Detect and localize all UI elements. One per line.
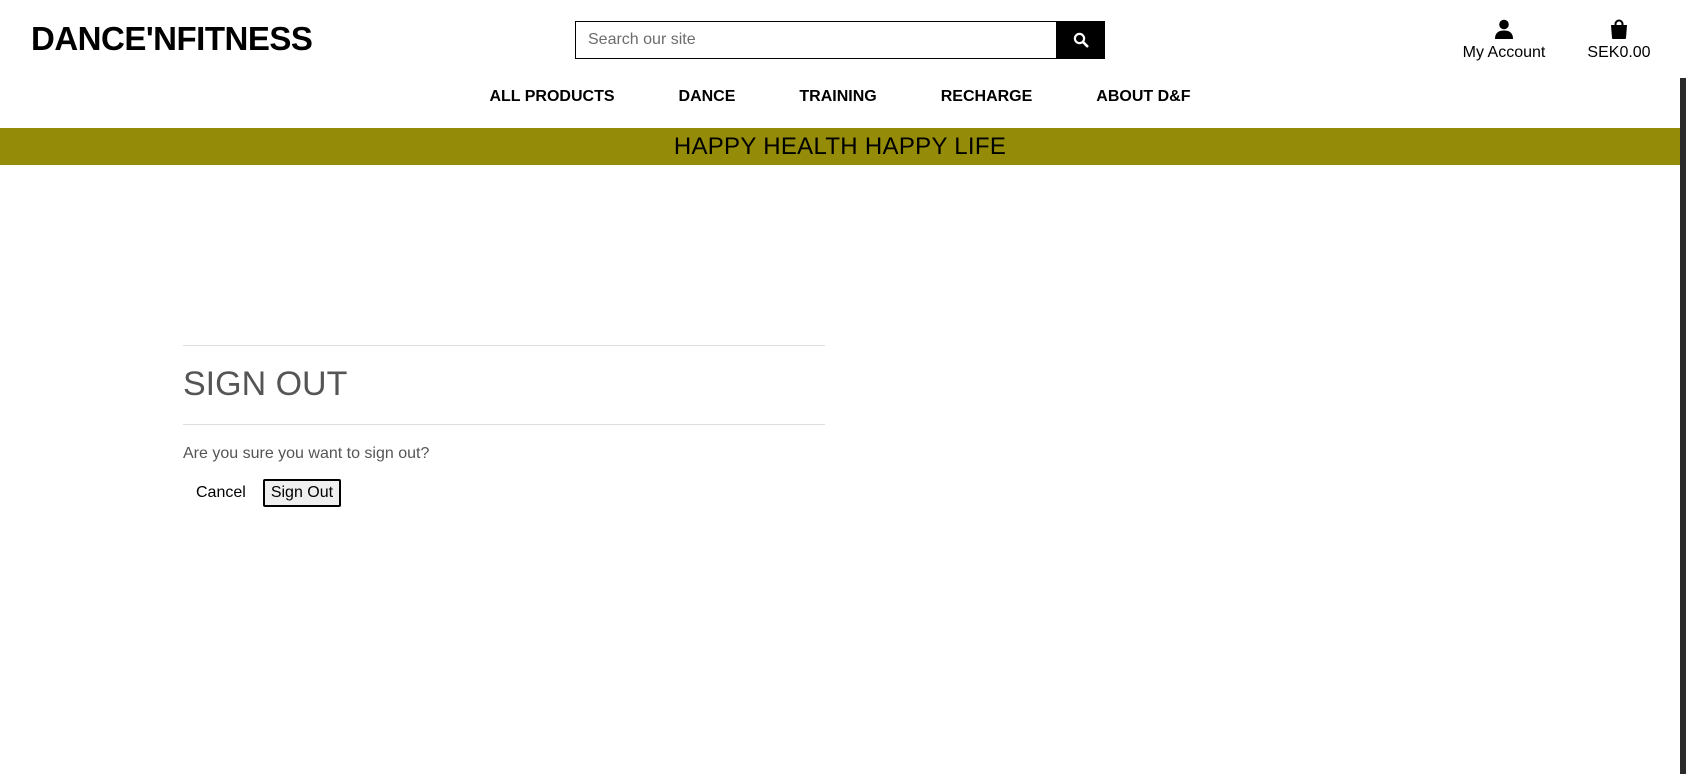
sign-out-button[interactable]: Sign Out xyxy=(262,479,342,507)
search-input[interactable] xyxy=(575,21,1056,59)
my-account-link[interactable]: My Account xyxy=(1462,17,1546,62)
promo-banner: HAPPY HEALTH HAPPY LIFE xyxy=(0,128,1680,165)
user-icon xyxy=(1494,17,1514,41)
cancel-link[interactable]: Cancel xyxy=(196,484,246,502)
nav-item-dance[interactable]: DANCE xyxy=(679,88,736,106)
nav-item-recharge[interactable]: RECHARGE xyxy=(941,88,1033,106)
scrollbar[interactable] xyxy=(1680,0,1686,774)
signout-panel: SIGN OUT Are you sure you want to sign o… xyxy=(183,345,825,507)
main-nav: ALL PRODUCTS DANCE TRAINING RECHARGE ABO… xyxy=(0,88,1680,106)
page: DANCE'NFITNESS My Account SEK0.00 xyxy=(0,0,1686,774)
scrollbar-gap xyxy=(1680,0,1686,78)
nav-item-all-products[interactable]: ALL PRODUCTS xyxy=(489,88,614,106)
nav-item-training[interactable]: TRAINING xyxy=(799,88,876,106)
search-form xyxy=(575,21,1105,59)
my-account-label: My Account xyxy=(1462,44,1546,61)
signout-actions: Cancel Sign Out xyxy=(183,479,825,507)
promo-banner-text: HAPPY HEALTH HAPPY LIFE xyxy=(673,132,1007,160)
search-icon xyxy=(1073,32,1088,48)
bag-total: SEK0.00 xyxy=(1587,44,1651,61)
nav-item-about[interactable]: ABOUT D&F xyxy=(1096,88,1190,106)
divider-bottom xyxy=(183,424,825,425)
search-button[interactable] xyxy=(1056,21,1105,59)
shopping-bag-link[interactable]: SEK0.00 xyxy=(1587,17,1651,62)
page-title: SIGN OUT xyxy=(183,365,348,403)
signout-question: Are you sure you want to sign out? xyxy=(183,445,430,462)
site-logo[interactable]: DANCE'NFITNESS xyxy=(31,20,313,58)
shopping-bag-icon xyxy=(1610,17,1628,41)
